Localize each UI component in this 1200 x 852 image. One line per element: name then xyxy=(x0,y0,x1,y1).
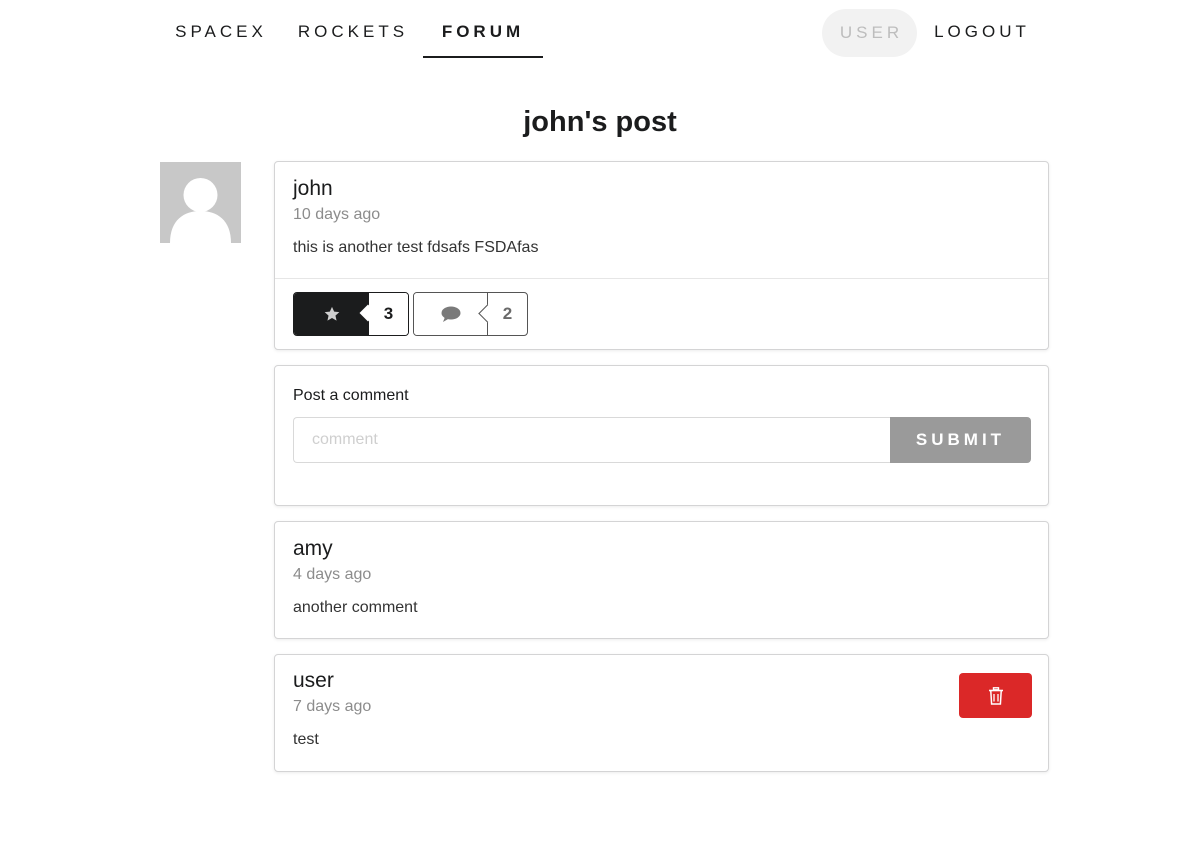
post-card: john 10 days ago this is another test fd… xyxy=(274,161,1049,350)
comment-icon xyxy=(441,306,460,322)
star-button[interactable]: 3 xyxy=(293,292,409,336)
comment-body: test xyxy=(293,731,319,748)
top-nav: SPACEX ROCKETS FORUM USER LOGOUT xyxy=(0,0,1200,60)
divider xyxy=(275,278,1048,279)
page-title: john's post xyxy=(523,106,677,138)
star-count: 3 xyxy=(369,293,408,335)
nav-forum[interactable]: FORUM xyxy=(423,0,543,58)
comment-form-label: Post a comment xyxy=(293,387,409,404)
submit-button[interactable]: SUBMIT xyxy=(890,417,1031,463)
nav-logout[interactable]: LOGOUT xyxy=(920,0,1044,58)
comment-form: Post a comment SUBMIT xyxy=(274,365,1049,506)
comment-author[interactable]: amy xyxy=(293,537,333,561)
delete-comment-button[interactable] xyxy=(959,673,1032,718)
star-button-icon-area[interactable] xyxy=(294,293,369,335)
post-author[interactable]: john xyxy=(293,177,333,201)
nav-rockets[interactable]: ROCKETS xyxy=(286,0,420,58)
comment-timestamp: 4 days ago xyxy=(293,566,372,583)
comment-count-button[interactable]: 2 xyxy=(413,292,528,336)
comment-timestamp: 7 days ago xyxy=(293,698,372,715)
comment-author[interactable]: user xyxy=(293,669,334,693)
avatar xyxy=(160,162,241,243)
post-body: this is another test fdsafs FSDAfas xyxy=(293,239,539,256)
comment-button-icon-area[interactable] xyxy=(414,293,488,335)
user-silhouette-icon xyxy=(170,178,231,243)
comment-body: another comment xyxy=(293,599,418,616)
post-timestamp: 10 days ago xyxy=(293,206,381,223)
comment-card: amy 4 days ago another comment xyxy=(274,521,1049,639)
nav-user[interactable]: USER xyxy=(822,9,917,57)
trash-icon xyxy=(988,686,1003,705)
star-icon xyxy=(324,306,339,321)
comment-count: 2 xyxy=(488,293,527,335)
comment-card: user 7 days ago test xyxy=(274,654,1049,772)
comment-input[interactable] xyxy=(293,417,893,463)
nav-spacex[interactable]: SPACEX xyxy=(162,0,280,58)
